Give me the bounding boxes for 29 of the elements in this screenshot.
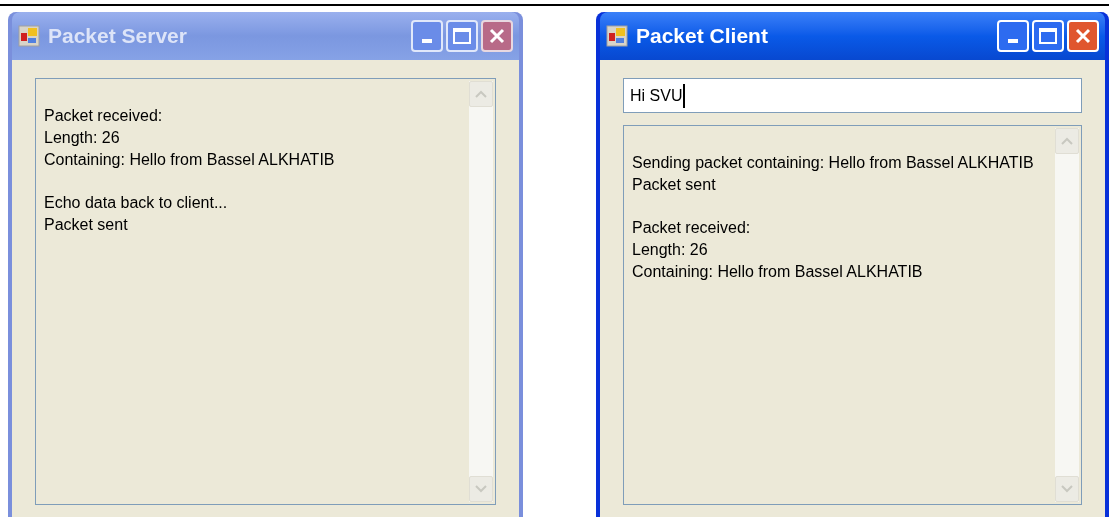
log-line: Packet sent: [44, 215, 129, 235]
log-line: Packet received:: [44, 106, 164, 126]
log-line: Length: 26: [632, 240, 709, 260]
close-button[interactable]: [481, 20, 513, 52]
chevron-up-icon: [475, 90, 487, 98]
log-line: Sending packet containing: Hello from Bassel ALKHATIB: [632, 153, 1035, 173]
close-icon: [1075, 28, 1091, 44]
minimize-button[interactable]: [411, 20, 443, 52]
app-icon: [18, 25, 40, 47]
maximize-icon: [453, 28, 471, 44]
maximize-button[interactable]: [446, 20, 478, 52]
minimize-icon: [422, 39, 432, 43]
minimize-icon: [1008, 39, 1018, 43]
close-icon: [489, 28, 505, 44]
chevron-down-icon: [475, 485, 487, 493]
input-value: Hi SVU: [630, 83, 686, 108]
maximize-icon: [1039, 28, 1057, 44]
log-line: Packet received:: [632, 218, 752, 238]
message-input[interactable]: Hi SVU: [623, 78, 1082, 113]
log-line: Length: 26: [44, 128, 121, 148]
log-line: Echo data back to client...: [44, 193, 229, 213]
app-icon: [606, 25, 628, 47]
window-title: Packet Server: [48, 23, 187, 50]
log-line: Containing: Hello from Bassel ALKHATIB: [44, 150, 336, 170]
window-title: Packet Client: [636, 23, 768, 50]
chevron-down-icon: [1061, 485, 1073, 493]
log-line: Packet sent: [632, 175, 717, 195]
log-line: Containing: Hello from Bassel ALKHATIB: [632, 262, 924, 282]
chevron-up-icon: [1061, 137, 1073, 145]
